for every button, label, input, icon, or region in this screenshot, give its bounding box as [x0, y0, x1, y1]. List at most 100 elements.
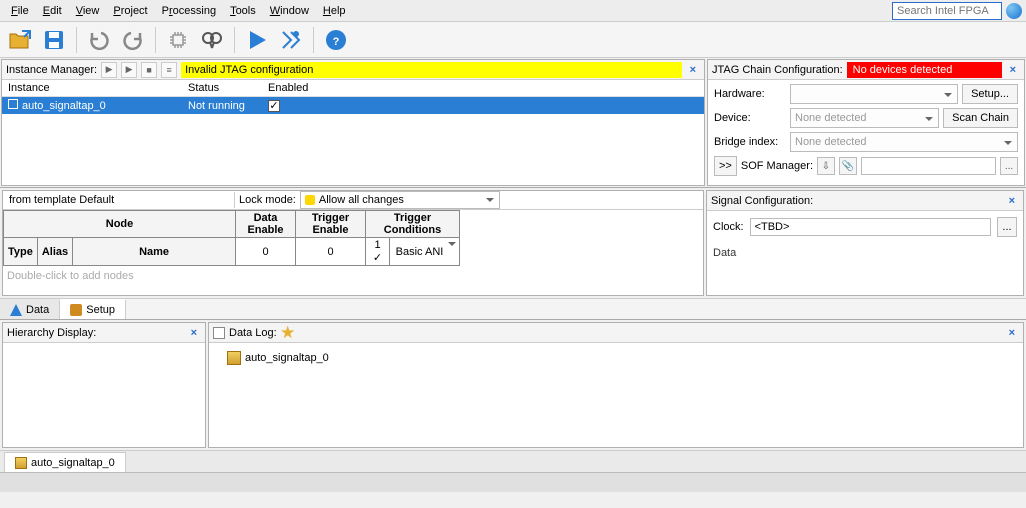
- col-enabled: Enabled: [262, 80, 704, 97]
- trigger-cond-header: Trigger Conditions: [366, 211, 460, 238]
- menu-edit[interactable]: Edit: [36, 3, 69, 19]
- undo-button[interactable]: [85, 26, 113, 54]
- bridge-combo[interactable]: None detected: [790, 132, 1018, 152]
- instance-manager-title: Instance Manager:: [6, 64, 97, 76]
- node-table: Node Data Enable Trigger Enable Trigger …: [3, 210, 460, 266]
- menu-project[interactable]: Project: [106, 3, 154, 19]
- device-label: Device:: [714, 112, 786, 124]
- menu-file[interactable]: File: [4, 3, 36, 19]
- im-btn3[interactable]: ■: [141, 62, 157, 78]
- trigger-enable-header: Trigger Enable: [296, 211, 366, 238]
- sof-attach-icon[interactable]: 📎: [839, 157, 857, 175]
- tc-mode-combo[interactable]: Basic ANI: [390, 238, 460, 266]
- redo-button[interactable]: [119, 26, 147, 54]
- menu-bar: File Edit View Project Processing Tools …: [0, 0, 1026, 22]
- data-log-panel: Data Log: × auto_signaltap_0: [208, 322, 1024, 448]
- menu-help[interactable]: Help: [316, 3, 353, 19]
- open-file-button[interactable]: [6, 26, 34, 54]
- add-nodes-hint[interactable]: Double-click to add nodes: [3, 266, 703, 286]
- tab-data[interactable]: Data: [0, 299, 60, 319]
- bridge-label: Bridge index:: [714, 136, 786, 148]
- close-icon[interactable]: ×: [686, 64, 700, 76]
- datalog-item-label: auto_signaltap_0: [245, 352, 329, 364]
- chip-button[interactable]: [164, 26, 192, 54]
- no-devices-message: No devices detected: [847, 62, 1002, 78]
- data-enable-value[interactable]: 0: [236, 238, 296, 266]
- col-instance: Instance: [2, 80, 182, 97]
- save-button[interactable]: [40, 26, 68, 54]
- data-enable-header: Data Enable: [236, 211, 296, 238]
- instance-name: auto_signaltap_0: [22, 100, 106, 112]
- data-section-label: Data: [713, 247, 1017, 259]
- instance-manager-panel: Instance Manager: ▶ ▶ ■ ≡ Invalid JTAG c…: [1, 59, 705, 186]
- node-header: Node: [4, 211, 236, 238]
- svg-text:?: ?: [333, 36, 340, 48]
- close-icon[interactable]: ×: [1006, 64, 1020, 76]
- close-icon[interactable]: ×: [187, 327, 201, 339]
- scan-chain-button[interactable]: Scan Chain: [943, 108, 1018, 128]
- device-combo[interactable]: None detected: [790, 108, 939, 128]
- data-setup-tabs: Data Setup: [0, 298, 1026, 320]
- toolbar: ?: [0, 22, 1026, 58]
- run-button[interactable]: [243, 26, 271, 54]
- tab-setup[interactable]: Setup: [60, 299, 126, 319]
- node-panel: from template Default Lock mode: Allow a…: [2, 190, 704, 296]
- trigger-enable-value[interactable]: 0: [296, 238, 366, 266]
- invalid-jtag-message: Invalid JTAG configuration: [181, 62, 681, 78]
- help-button[interactable]: ?: [322, 26, 350, 54]
- star-icon[interactable]: [281, 326, 295, 340]
- hierarchy-panel: Hierarchy Display: ×: [2, 322, 206, 448]
- clock-label: Clock:: [713, 221, 744, 233]
- im-btn4[interactable]: ≡: [161, 62, 177, 78]
- datalog-checkbox[interactable]: [213, 327, 225, 339]
- menu-tools[interactable]: Tools: [223, 3, 263, 19]
- im-btn2[interactable]: ▶: [121, 62, 137, 78]
- jtag-panel: JTAG Chain Configuration: No devices det…: [707, 59, 1025, 186]
- lockmode-label: Lock mode:: [239, 194, 296, 206]
- hardware-combo[interactable]: [790, 84, 958, 104]
- data-tab-icon: [10, 304, 22, 316]
- signal-config-panel: Signal Configuration: × Clock: ... Data: [706, 190, 1024, 296]
- compile-button[interactable]: [277, 26, 305, 54]
- menu-window[interactable]: Window: [263, 3, 316, 19]
- template-label: from template Default: [3, 192, 235, 208]
- setup-tab-icon: [70, 304, 82, 316]
- instance-icon: [8, 99, 18, 109]
- instance-status: Not running: [182, 97, 262, 115]
- find-button[interactable]: [198, 26, 226, 54]
- signaltap-icon: [15, 457, 27, 469]
- search-input[interactable]: [892, 2, 1002, 20]
- sof-manager-label: SOF Manager:: [741, 160, 813, 172]
- close-icon[interactable]: ×: [1005, 195, 1019, 207]
- data-log-title: Data Log:: [229, 327, 277, 339]
- fwd-button[interactable]: >>: [714, 156, 737, 176]
- lockmode-combo[interactable]: Allow all changes: [300, 191, 500, 209]
- setup-button[interactable]: Setup...: [962, 84, 1018, 104]
- bottom-tab-label: auto_signaltap_0: [31, 457, 115, 469]
- alias-header: Alias: [37, 238, 72, 266]
- globe-icon[interactable]: [1006, 3, 1022, 19]
- name-header: Name: [73, 238, 236, 266]
- signaltap-icon: [227, 351, 241, 365]
- status-bar: [0, 472, 1026, 492]
- instance-row[interactable]: auto_signaltap_0 Not running ✓: [2, 97, 704, 115]
- sof-browse-button[interactable]: ...: [1000, 157, 1018, 175]
- type-header: Type: [4, 238, 38, 266]
- menu-processing[interactable]: Processing: [155, 3, 223, 19]
- enabled-checkbox[interactable]: ✓: [268, 100, 280, 112]
- bottom-tab-signaltap[interactable]: auto_signaltap_0: [4, 452, 126, 472]
- datalog-item[interactable]: auto_signaltap_0: [215, 349, 1017, 367]
- close-icon[interactable]: ×: [1005, 327, 1019, 339]
- clock-browse-button[interactable]: ...: [997, 217, 1017, 237]
- menu-view[interactable]: View: [69, 3, 107, 19]
- sof-path-input[interactable]: [861, 157, 996, 175]
- instance-table: Instance Status Enabled auto_signaltap_0…: [2, 80, 704, 114]
- tc-check[interactable]: 1 ✓: [366, 238, 390, 266]
- jtag-title: JTAG Chain Configuration:: [712, 64, 843, 76]
- clock-input[interactable]: [750, 218, 991, 236]
- bottom-tabs: auto_signaltap_0: [0, 450, 1026, 472]
- im-btn1[interactable]: ▶: [101, 62, 117, 78]
- sof-download-icon[interactable]: ⇩: [817, 157, 835, 175]
- lock-icon: [305, 195, 315, 205]
- lockmode-value: Allow all changes: [319, 194, 404, 206]
